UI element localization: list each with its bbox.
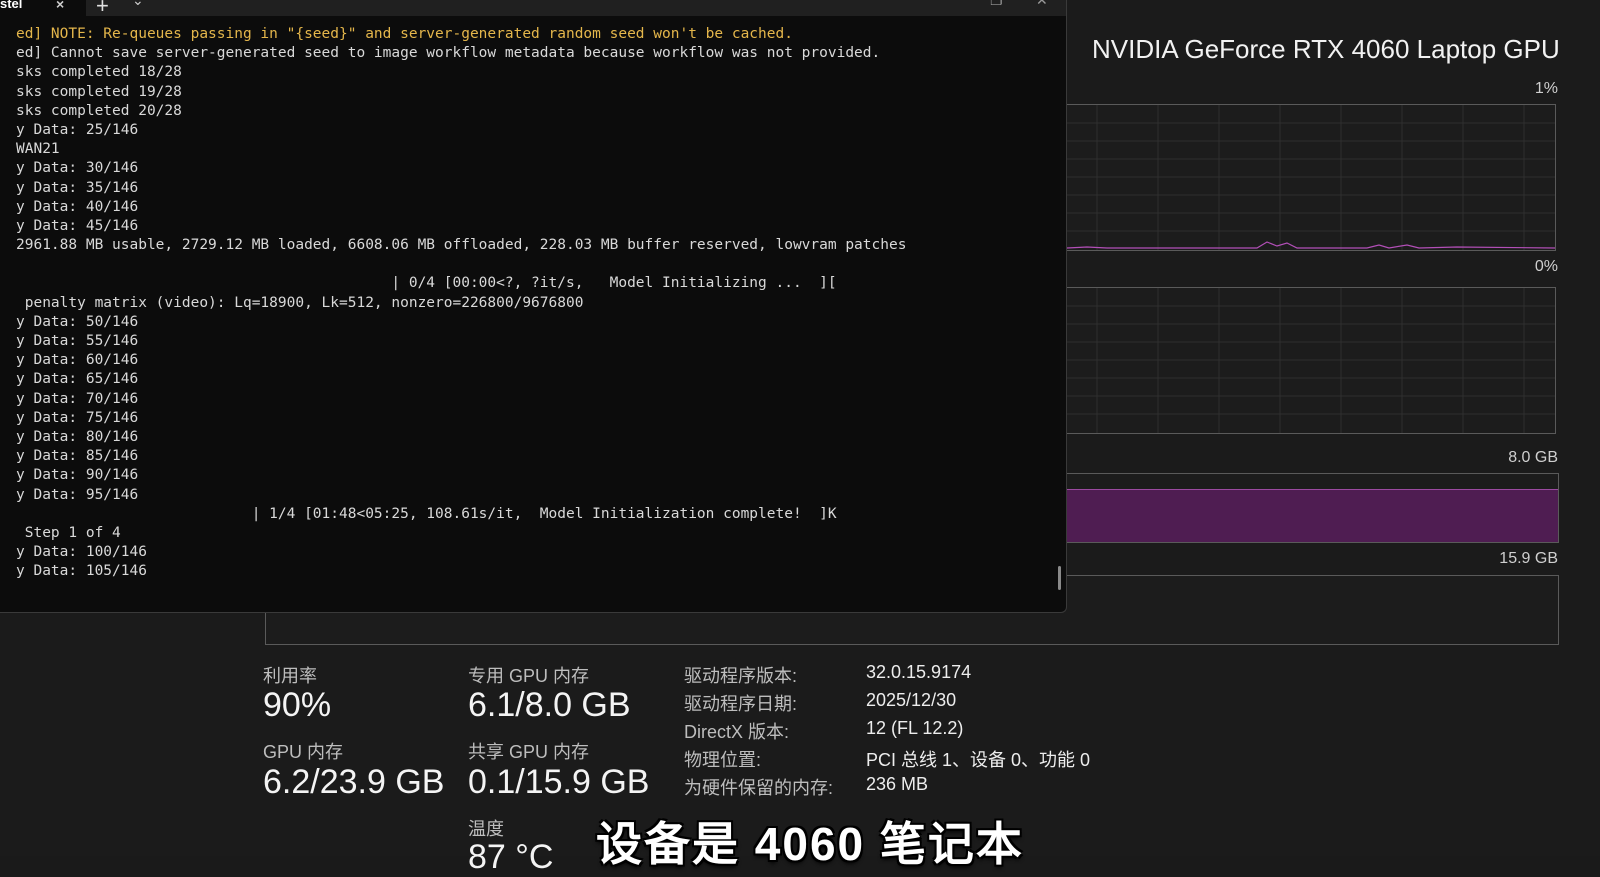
terminal-line: y Data: 95/146 — [16, 486, 139, 503]
terminal-line: y Data: 65/146 — [16, 371, 139, 388]
driver-date-value: 2025/12/30 — [866, 690, 957, 710]
terminal-line: y Data: 55/146 — [16, 333, 139, 349]
dedicated-memory-max-label: 8.0 GB — [1508, 449, 1558, 466]
temperature-value: 87 °C — [468, 838, 554, 876]
gpu-name: NVIDIA GeForce RTX 4060 Laptop GPU — [1092, 34, 1560, 64]
terminal-line: y Data: 70/146 — [16, 390, 139, 407]
terminal-window[interactable]: stel × + ⌄ ❐ ✕ ed] NOTE: Re-queues passi… — [0, 0, 1067, 613]
restore-window-icon[interactable]: ❐ — [990, 0, 1003, 9]
chevron-down-icon[interactable]: ⌄ — [132, 0, 144, 9]
terminal-line: y Data: 90/146 — [16, 467, 139, 484]
gpu-memory-value: 6.2/23.9 GB — [263, 763, 445, 801]
terminal-line: ed] Cannot save server-generated seed to… — [16, 45, 881, 62]
terminal-line: y Data: 100/146 — [16, 544, 147, 561]
driver-date-label: 驱动程序日期: — [684, 694, 798, 714]
terminal-line: y Data: 85/146 — [16, 448, 139, 465]
directx-version-value: 12 (FL 12.2) — [866, 718, 964, 738]
close-window-icon[interactable]: ✕ — [1036, 0, 1048, 9]
utilization-value: 90% — [263, 686, 332, 724]
terminal-line: sks completed 18/28 — [16, 64, 182, 81]
driver-version-value: 32.0.15.9174 — [866, 662, 972, 682]
terminal-line: y Data: 35/146 — [16, 179, 139, 196]
directx-version-label: DirectX 版本: — [684, 722, 790, 742]
utilization-label: 利用率 — [263, 666, 317, 686]
copy-engine-graph-plot — [1067, 288, 1555, 433]
terminal-tab[interactable]: stel × — [0, 0, 86, 16]
utilization-graph — [1066, 104, 1556, 251]
terminal-line: y Data: 40/146 — [16, 198, 139, 215]
terminal-line: sks completed 20/28 — [16, 102, 182, 119]
terminal-line: y Data: 50/146 — [16, 313, 139, 330]
terminal-line: y Data: 80/146 — [16, 428, 139, 445]
dedicated-memory-value: 6.1/8.0 GB — [468, 686, 631, 724]
terminal-line: ed] NOTE: Re-queues passing in "{seed}" … — [16, 26, 793, 42]
physical-location-label: 物理位置: — [684, 750, 762, 770]
terminal-line: y Data: 45/146 — [16, 217, 139, 234]
shared-memory-label: 共享 GPU 内存 — [468, 742, 590, 762]
hardware-reserved-memory-value: 236 MB — [866, 774, 929, 794]
terminal-line: | 1/4 [01:48<05:25, 108.61s/it, Model In… — [16, 505, 837, 522]
graph-1-scale-label: 1% — [1534, 80, 1558, 97]
driver-version-label: 驱动程序版本: — [684, 666, 798, 686]
new-tab-button[interactable]: + — [96, 0, 109, 19]
dedicated-memory-label: 专用 GPU 内存 — [468, 666, 590, 686]
terminal-tab-title: stel — [0, 0, 23, 11]
terminal-tab-strip: stel × + ⌄ ❐ ✕ — [0, 0, 1066, 19]
terminal-line: y Data: 75/146 — [16, 409, 139, 426]
terminal-line: y Data: 25/146 — [16, 121, 139, 138]
terminal-line: Step 1 of 4 — [16, 524, 121, 541]
gpu-memory-label: GPU 内存 — [263, 742, 344, 762]
terminal-line: y Data: 60/146 — [16, 352, 139, 369]
utilization-graph-plot — [1067, 105, 1555, 250]
physical-location-value: PCI 总线 1、设备 0、功能 0 — [866, 750, 1091, 770]
shared-memory-value: 0.1/15.9 GB — [468, 763, 650, 801]
terminal-line: sks completed 19/28 — [16, 83, 182, 100]
video-subtitle: 设备是 4060 笔记本 — [596, 818, 1024, 870]
terminal-line: y Data: 30/146 — [16, 160, 139, 177]
terminal-line: 2961.88 MB usable, 2729.12 MB loaded, 66… — [16, 237, 907, 254]
hardware-reserved-memory-label: 为硬件保留的内存: — [684, 778, 834, 798]
graph-2-scale-label: 0% — [1534, 258, 1558, 275]
terminal-line: y Data: 105/146 — [16, 563, 147, 580]
terminal-line: WAN21 — [16, 141, 60, 158]
copy-engine-graph — [1066, 287, 1556, 434]
terminal-line: | 0/4 [00:00<?, ?it/s, Model Initializin… — [16, 275, 837, 292]
terminal-output[interactable]: ed] NOTE: Re-queues passing in "{seed}" … — [16, 25, 1056, 581]
shared-memory-max-label: 15.9 GB — [1499, 550, 1558, 567]
terminal-scrollbar-thumb[interactable] — [1058, 566, 1061, 590]
terminal-line: penalty matrix (video): Lq=18900, Lk=512… — [16, 294, 584, 311]
close-tab-icon[interactable]: × — [56, 0, 64, 11]
